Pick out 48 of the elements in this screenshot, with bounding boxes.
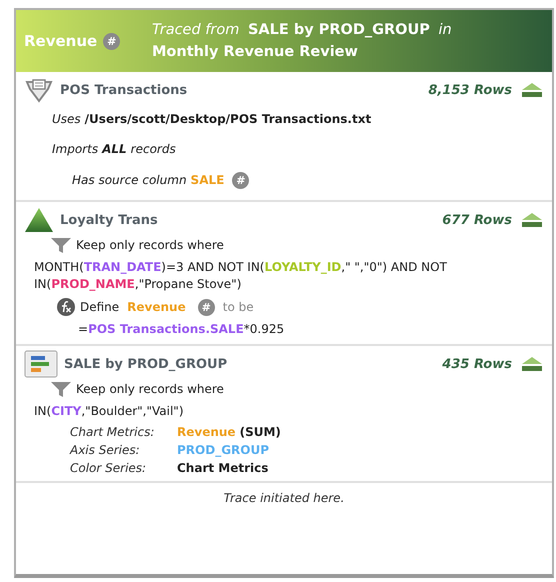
- row-count: 677 Rows: [442, 212, 512, 228]
- step-title: Loyalty Trans: [60, 212, 159, 228]
- eject-icon: [522, 83, 542, 97]
- text: Uses: [52, 112, 81, 126]
- row-count: 8,153 Rows: [428, 82, 512, 98]
- function-icon: [56, 297, 76, 317]
- database-icon: [24, 77, 54, 103]
- step-title: SALE by PROD_GROUP: [64, 356, 228, 372]
- text: =: [78, 322, 88, 336]
- hash-badge: #: [232, 172, 250, 188]
- text: to be: [222, 300, 254, 314]
- funnel-icon: [50, 380, 72, 398]
- property-label: Chart Metrics:: [70, 425, 156, 439]
- text: (SUM): [240, 425, 281, 439]
- triangle-icon: [24, 207, 54, 233]
- filter-expression: IN(CITY,"Boulder","Vail"): [34, 403, 184, 420]
- text: Chart Metrics: [177, 461, 268, 475]
- property-label: Axis Series:: [70, 443, 141, 457]
- collapse-button[interactable]: [522, 83, 542, 97]
- field-name: SALE: [190, 173, 224, 187]
- hash-badge: #: [198, 298, 215, 316]
- text: Keep only records where: [76, 382, 224, 396]
- eject-icon: [522, 357, 542, 371]
- text: Define: [80, 300, 120, 314]
- hash-badge: #: [103, 32, 120, 50]
- field-name: Revenue: [177, 425, 236, 439]
- panel-title: Revenue: [24, 32, 98, 50]
- collapse-button[interactable]: [522, 357, 542, 371]
- trace-footer-note: Trace initiated here.: [222, 491, 346, 505]
- text: Imports: [52, 142, 98, 156]
- text: Has source column: [72, 173, 187, 187]
- funnel-icon: [50, 236, 72, 254]
- property-label: Color Series:: [70, 461, 148, 475]
- filter-expression: MONTH(TRAN_DATE)=3 AND NOT IN(LOYALTY_ID," ","0") AND NOT IN(PROD_NAME,"Propane Stove"): [34, 259, 448, 293]
- bar-chart-icon: [24, 350, 58, 378]
- trace-description: Traced from SALE by PROD_GROUP in Monthly Revenue Review: [152, 21, 453, 62]
- step-title: POS Transactions: [60, 82, 188, 98]
- row-count: 435 Rows: [442, 356, 512, 372]
- text: *0.925: [244, 322, 284, 336]
- collapse-button[interactable]: [522, 213, 542, 227]
- eject-icon: [522, 213, 542, 227]
- text: /Users/scott/Desktop/POS Transactions.txt: [84, 112, 372, 126]
- field-name: POS Transactions.SALE: [88, 322, 244, 336]
- field-name: Revenue: [127, 300, 186, 314]
- field-name: PROD_GROUP: [177, 443, 270, 457]
- text: ALL: [102, 142, 127, 156]
- text: records: [130, 142, 176, 156]
- text: Keep only records where: [76, 238, 224, 252]
